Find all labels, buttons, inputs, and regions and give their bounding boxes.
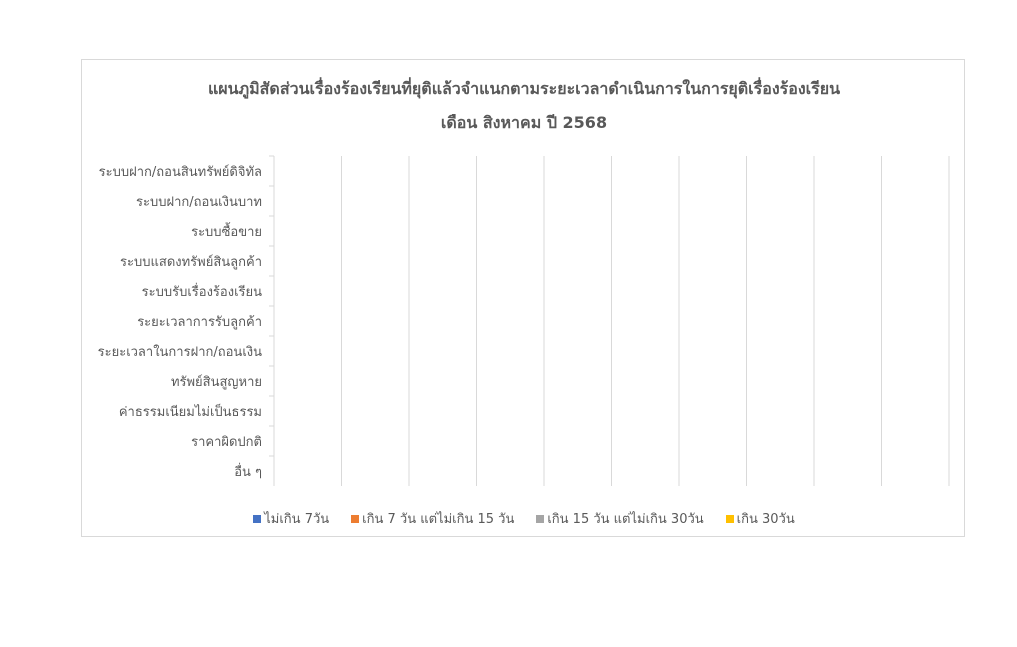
category-label: ระบบแสดงทรัพย์สินลูกค้า: [120, 254, 262, 270]
legend-label: เกิน 7 วัน แต่ไม่เกิน 15 วัน: [362, 512, 515, 527]
legend-item: เกิน 15 วัน แต่ไม่เกิน 30วัน: [536, 508, 704, 529]
category-label: ค่าธรรมเนียมไม่เป็นธรรม: [119, 402, 262, 420]
legend-label: เกิน 15 วัน แต่ไม่เกิน 30วัน: [547, 512, 704, 527]
chart-plot-area: ระบบฝาก/ถอนสินทรัพย์ดิจิทัลระบบฝาก/ถอนเง…: [98, 155, 950, 486]
legend-item: ไม่เกิน 7วัน: [253, 508, 329, 529]
legend-item: เกิน 7 วัน แต่ไม่เกิน 15 วัน: [351, 508, 514, 529]
category-label: อื่น ๆ: [234, 463, 262, 480]
legend-swatch: [536, 514, 545, 523]
category-label: ระยะเวลาในการฝาก/ถอนเงิน: [98, 344, 262, 360]
category-label: ราคาผิดปกติ: [191, 435, 262, 450]
chart-frame: แผนภูมิสัดส่วนเรื่องร้องเรียนที่ยุติแล้ว…: [81, 59, 965, 537]
category-label: ทรัพย์สินสูญหาย: [171, 374, 262, 390]
legend-label: ไม่เกิน 7วัน: [264, 512, 330, 527]
legend-swatch: [351, 514, 360, 523]
legend-swatch: [725, 514, 734, 523]
chart-legend: ไม่เกิน 7วัน เกิน 7 วัน แต่ไม่เกิน 15 วัน…: [82, 508, 966, 529]
category-label: ระยะเวลาการรับลูกค้า: [137, 315, 262, 330]
category-label: ระบบฝาก/ถอนสินทรัพย์ดิจิทัล: [99, 164, 262, 180]
category-label: ระบบซื้อขาย: [191, 222, 262, 240]
legend-item: เกิน 30วัน: [725, 508, 795, 529]
category-label: ระบบฝาก/ถอนเงินบาท: [136, 195, 262, 210]
legend-swatch: [253, 514, 262, 523]
category-label: ระบบรับเรื่องร้องเรียน: [142, 283, 262, 300]
legend-label: เกิน 30วัน: [736, 512, 795, 527]
